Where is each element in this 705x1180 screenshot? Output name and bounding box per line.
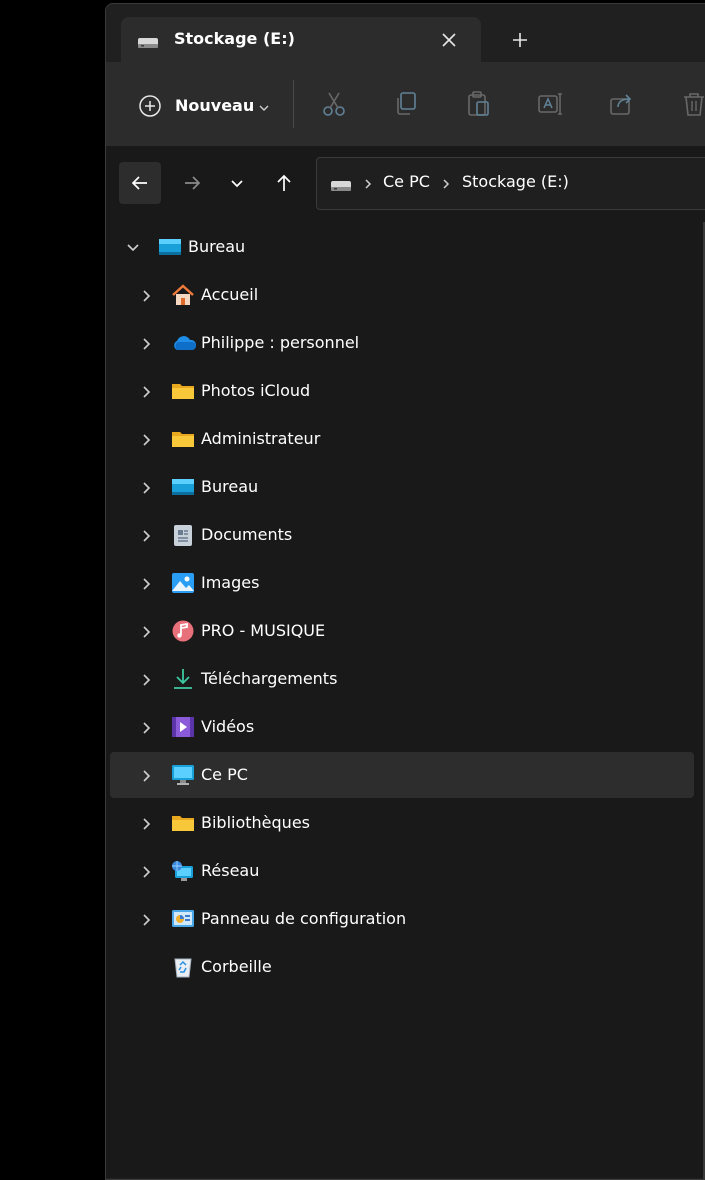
- desktop-icon: [158, 236, 181, 258]
- cut-icon[interactable]: [320, 90, 348, 118]
- tree-item-label: Bureau: [188, 237, 246, 256]
- chevron-right-icon[interactable]: [140, 864, 154, 883]
- chevron-right-icon[interactable]: [140, 912, 154, 931]
- onedrive-cloud-icon: [171, 332, 197, 354]
- tree-item-ce-pc[interactable]: Ce PC: [110, 752, 694, 798]
- tree-item-onedrive[interactable]: Philippe : personnel: [110, 320, 694, 366]
- tree-item-bureau[interactable]: Bureau: [110, 464, 694, 510]
- tree-item-label: Philippe : personnel: [201, 333, 360, 352]
- chevron-right-icon[interactable]: [140, 336, 154, 355]
- tree-item-pro-musique[interactable]: PRO - MUSIQUE: [110, 608, 694, 654]
- rename-icon[interactable]: [536, 90, 564, 118]
- tree-item-label: Vidéos: [201, 717, 255, 736]
- paste-icon[interactable]: [464, 90, 492, 118]
- drive-icon: [137, 34, 159, 53]
- tree-item-label: Corbeille: [201, 957, 272, 976]
- tab-strip: Stockage (E:): [106, 4, 705, 62]
- control-panel-icon: [171, 908, 194, 930]
- tree-item-videos[interactable]: Vidéos: [110, 704, 694, 750]
- network-icon: [171, 860, 193, 882]
- tree-item-administrateur[interactable]: Administrateur: [110, 416, 694, 462]
- chevron-right-icon[interactable]: [140, 480, 154, 499]
- tab-title: Stockage (E:): [174, 29, 295, 48]
- chevron-right-icon[interactable]: [140, 384, 154, 403]
- arrow-left-icon: [131, 176, 147, 190]
- breadcrumb-ce-pc[interactable]: Ce PC: [383, 172, 430, 191]
- folder-icon: [171, 380, 194, 402]
- arrow-right-icon: [185, 176, 201, 190]
- chevron-right-icon[interactable]: [140, 624, 154, 643]
- tree-item-label: Documents: [201, 525, 293, 544]
- tree-item-label: PRO - MUSIQUE: [201, 621, 326, 640]
- tree-item-label: Images: [201, 573, 260, 592]
- chevron-right-icon[interactable]: [140, 816, 154, 835]
- tree-item-label: Ce PC: [201, 765, 248, 784]
- tree-item-label: Réseau: [201, 861, 260, 880]
- folder-icon: [171, 812, 194, 834]
- tree-item-label: Photos iCloud: [201, 381, 311, 400]
- file-explorer-window: Stockage (E:) Nouveau Ce PC Stockage (E:…: [105, 3, 705, 1180]
- tab-stockage[interactable]: Stockage (E:): [121, 17, 481, 62]
- new-button[interactable]: Nouveau: [128, 86, 278, 126]
- chevron-right-icon[interactable]: [140, 528, 154, 547]
- recent-locations-button[interactable]: [216, 162, 258, 204]
- copy-icon[interactable]: [392, 90, 420, 118]
- tree-item-label: Administrateur: [201, 429, 321, 448]
- desktop-icon: [171, 476, 194, 498]
- tree-item-documents[interactable]: Documents: [110, 512, 694, 558]
- share-icon[interactable]: [608, 90, 636, 118]
- up-button[interactable]: [263, 162, 305, 204]
- chevron-right-icon[interactable]: [140, 768, 154, 787]
- tree-item-photos-icloud[interactable]: Photos iCloud: [110, 368, 694, 414]
- arrow-up-icon: [277, 174, 291, 191]
- navigation-tree: Bureau Accueil Philippe : personnel Phot…: [106, 218, 705, 1179]
- plus-circle-icon: [138, 94, 162, 122]
- chevron-right-icon[interactable]: [140, 432, 154, 451]
- chevron-down-icon[interactable]: [126, 240, 140, 259]
- this-pc-icon: [171, 764, 194, 786]
- chevron-down-icon: [258, 99, 270, 118]
- tree-item-images[interactable]: Images: [110, 560, 694, 606]
- chevron-down-icon: [231, 180, 243, 188]
- drive-icon: [330, 177, 352, 196]
- tree-item-panneau-configuration[interactable]: Panneau de configuration: [110, 896, 694, 942]
- recycle-bin-icon: [171, 956, 193, 978]
- music-icon: [171, 620, 194, 642]
- tree-item-telechargements[interactable]: Téléchargements: [110, 656, 694, 702]
- breadcrumb-stockage[interactable]: Stockage (E:): [462, 172, 569, 191]
- command-bar: Nouveau: [106, 62, 705, 147]
- folder-icon: [171, 428, 194, 450]
- videos-icon: [171, 716, 194, 738]
- tree-item-corbeille[interactable]: Corbeille: [110, 944, 694, 990]
- chevron-right-icon[interactable]: [140, 288, 154, 307]
- delete-icon[interactable]: [680, 90, 705, 118]
- tree-item-label: Bureau: [201, 477, 259, 496]
- close-tab-icon[interactable]: [439, 30, 459, 50]
- pictures-icon: [171, 572, 194, 594]
- chevron-right-icon[interactable]: [140, 672, 154, 691]
- tree-item-label: Téléchargements: [201, 669, 338, 688]
- new-button-label: Nouveau: [175, 96, 255, 115]
- tree-item-bibliotheques[interactable]: Bibliothèques: [110, 800, 694, 846]
- tree-item-accueil[interactable]: Accueil: [110, 272, 694, 318]
- back-button[interactable]: [119, 162, 161, 204]
- chevron-right-icon[interactable]: [140, 720, 154, 739]
- navigation-bar: Ce PC Stockage (E:): [106, 146, 705, 218]
- tree-item-label: Accueil: [201, 285, 259, 304]
- tree-item-label: Bibliothèques: [201, 813, 310, 832]
- chevron-right-icon[interactable]: [140, 576, 154, 595]
- downloads-icon: [171, 668, 193, 690]
- tree-item-bureau-root[interactable]: Bureau: [110, 224, 694, 270]
- tree-item-label: Panneau de configuration: [201, 909, 407, 928]
- new-tab-plus-icon[interactable]: [509, 29, 531, 51]
- breadcrumb-chevron-icon[interactable]: [362, 176, 374, 195]
- breadcrumb-chevron-icon[interactable]: [440, 176, 452, 195]
- command-separator: [293, 80, 294, 128]
- forward-button[interactable]: [171, 162, 213, 204]
- home-icon: [171, 284, 194, 306]
- documents-icon: [171, 524, 193, 546]
- address-bar[interactable]: Ce PC Stockage (E:): [316, 157, 705, 210]
- tree-item-reseau[interactable]: Réseau: [110, 848, 694, 894]
